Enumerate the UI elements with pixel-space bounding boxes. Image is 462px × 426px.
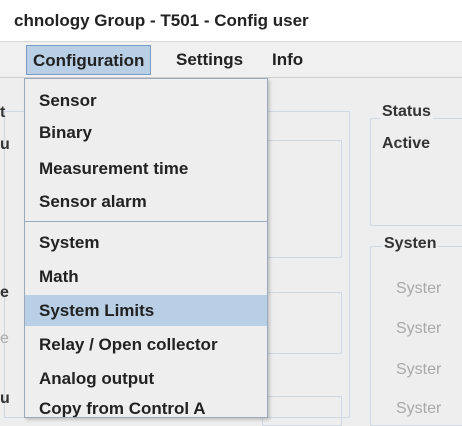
- menu-item-math[interactable]: Math: [25, 261, 267, 292]
- left-edge-char: u: [0, 390, 10, 407]
- left-edge-char: t: [0, 104, 6, 121]
- system-group-label: Systen: [382, 235, 439, 253]
- system-item: Syster: [396, 320, 442, 337]
- menu-bar: Configuration Settings Info: [0, 42, 462, 78]
- status-label: Status: [380, 103, 433, 121]
- left-group-box-2: [262, 292, 342, 354]
- menu-configuration[interactable]: Configuration: [26, 45, 152, 75]
- left-edge-char: e: [0, 284, 9, 301]
- menu-item-sensor[interactable]: Sensor: [25, 85, 267, 116]
- menu-item-system[interactable]: System: [25, 227, 267, 258]
- window-title: chnology Group - T501 - Config user: [14, 11, 309, 30]
- menu-item-sensor-alarm[interactable]: Sensor alarm: [25, 186, 267, 217]
- menu-item-binary[interactable]: Binary: [25, 117, 267, 148]
- menu-item-system-limits[interactable]: System Limits: [25, 295, 267, 326]
- active-label: Active: [382, 135, 431, 152]
- menu-item-analog-output[interactable]: Analog output: [25, 363, 267, 394]
- menu-item-measurement-time[interactable]: Measurement time: [25, 153, 267, 184]
- menu-item-relay-open-collector[interactable]: Relay / Open collector: [25, 329, 267, 360]
- menu-separator: [25, 221, 267, 222]
- left-edge-char: u: [0, 136, 10, 153]
- left-group-box-3: [262, 396, 342, 426]
- menu-settings[interactable]: Settings: [170, 45, 249, 75]
- system-item: Syster: [396, 400, 442, 417]
- menu-info[interactable]: Info: [266, 45, 309, 75]
- menu-item-copy-from-control-a[interactable]: Copy from Control A: [25, 393, 267, 417]
- left-edge-char: e: [0, 330, 9, 347]
- left-group-box-1: [262, 140, 342, 258]
- system-item: Syster: [396, 361, 442, 378]
- title-bar: chnology Group - T501 - Config user: [0, 0, 462, 42]
- configuration-dropdown: Sensor Binary Measurement time Sensor al…: [24, 78, 268, 418]
- system-item: Syster: [396, 280, 442, 297]
